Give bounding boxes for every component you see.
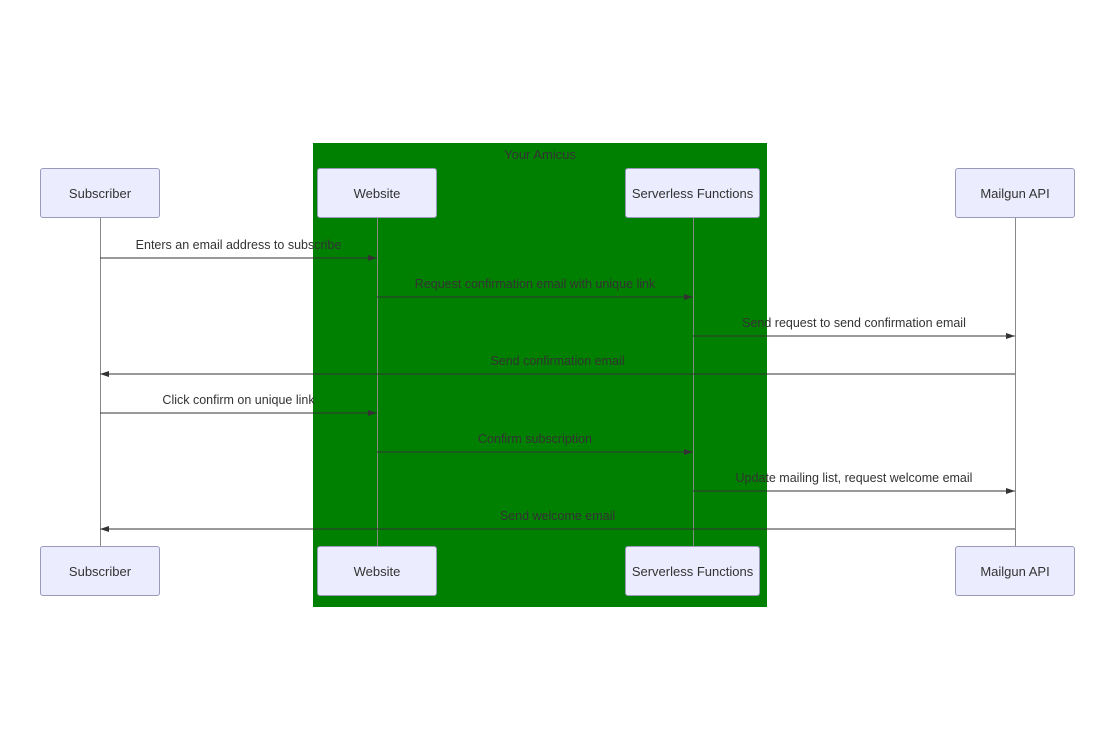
msg-m4: Send confirmation email: [100, 354, 1015, 368]
sequence-diagram: Your Amicus Subscriber Website Serverles…: [0, 0, 1116, 751]
msg-m6: Confirm subscription: [377, 432, 693, 446]
arrows-layer: [0, 0, 1116, 751]
msg-m2: Request confirmation email with unique l…: [377, 277, 693, 291]
msg-m1: Enters an email address to subscribe: [100, 238, 377, 252]
msg-m3: Send request to send confirmation email: [693, 316, 1015, 330]
msg-m8: Send welcome email: [100, 509, 1015, 523]
msg-m7: Update mailing list, request welcome ema…: [693, 471, 1015, 485]
msg-m5: Click confirm on unique link: [100, 393, 377, 407]
